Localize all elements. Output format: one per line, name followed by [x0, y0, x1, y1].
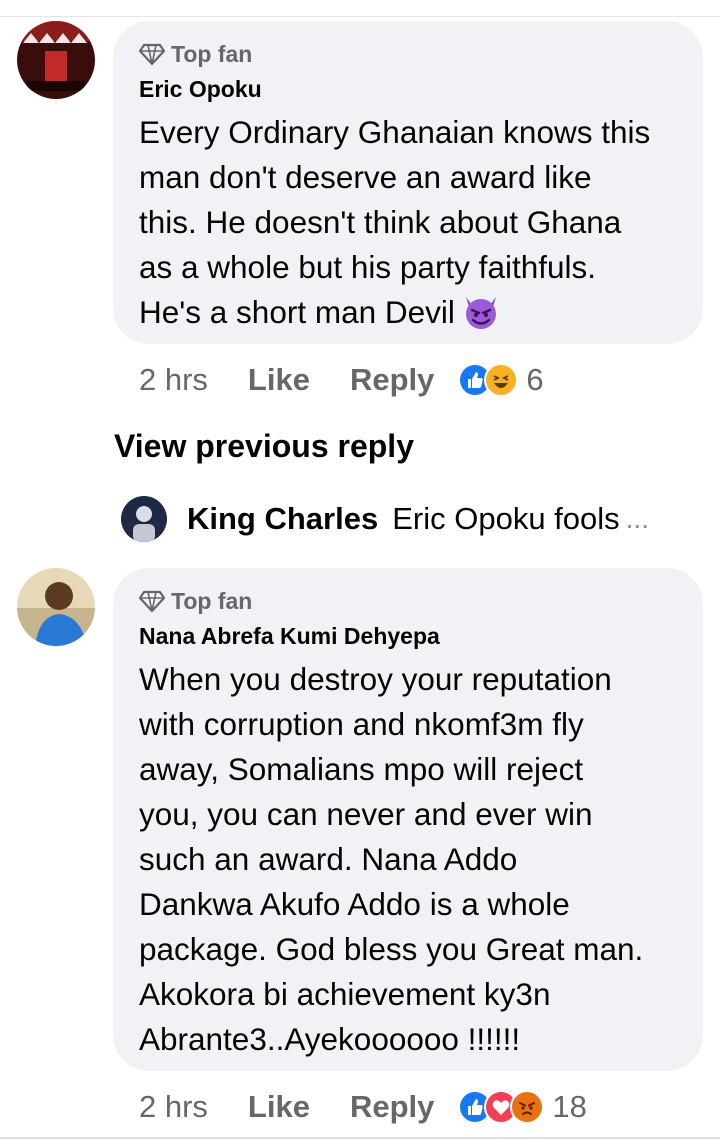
- reaction-summary[interactable]: 18: [458, 1089, 587, 1125]
- haha-icon: [484, 363, 519, 397]
- comment-author[interactable]: Eric Opoku: [139, 74, 677, 104]
- view-previous-reply-link[interactable]: View previous reply: [114, 428, 414, 465]
- comment-actions: 2 hrs Like Reply 18: [139, 1082, 587, 1132]
- comment-author[interactable]: Nana Abrefa Kumi Dehyepa: [139, 621, 677, 651]
- comment-text: When you destroy your reputation with co…: [139, 661, 644, 1057]
- reply-button[interactable]: Reply: [350, 1089, 434, 1125]
- comment-bubble: Top fan Nana Abrefa Kumi Dehyepa When yo…: [113, 568, 703, 1071]
- like-button[interactable]: Like: [248, 362, 310, 398]
- avatar[interactable]: [121, 496, 167, 542]
- reaction-count: 18: [552, 1089, 587, 1124]
- top-fan-badge: Top fan: [139, 586, 677, 616]
- reply-snippet: Eric Opoku fools: [392, 501, 620, 536]
- smiling-devil-emoji-icon: [465, 297, 496, 329]
- comment-timestamp[interactable]: 2 hrs: [139, 1089, 208, 1125]
- badge-label: Top fan: [171, 40, 253, 67]
- comment-text: Every Ordinary Ghanaian knows this man d…: [139, 110, 677, 335]
- reply-ellipsis: ...: [625, 503, 649, 534]
- reply-author[interactable]: King Charles: [187, 501, 378, 537]
- bottom-divider: [0, 1137, 720, 1139]
- avatar[interactable]: [17, 21, 95, 99]
- comment-text-body: Every Ordinary Ghanaian knows this man d…: [139, 114, 651, 330]
- reply-button[interactable]: Reply: [350, 362, 434, 398]
- reply-preview[interactable]: King Charles Eric Opoku fools ...: [121, 496, 649, 542]
- reaction-count: 6: [526, 362, 544, 397]
- comment-timestamp[interactable]: 2 hrs: [139, 362, 208, 398]
- comment-actions: 2 hrs Like Reply 6: [139, 355, 544, 405]
- comment-bubble: Top fan Eric Opoku Every Ordinary Ghanai…: [113, 21, 703, 344]
- diamond-icon: [139, 43, 165, 65]
- reaction-summary[interactable]: 6: [458, 362, 544, 398]
- badge-label: Top fan: [171, 587, 253, 614]
- diamond-icon: [139, 590, 165, 612]
- top-fan-badge: Top fan: [139, 39, 677, 69]
- avatar[interactable]: [17, 568, 95, 646]
- angry-icon: [510, 1090, 545, 1124]
- like-button[interactable]: Like: [248, 1089, 310, 1125]
- top-divider: [0, 16, 720, 17]
